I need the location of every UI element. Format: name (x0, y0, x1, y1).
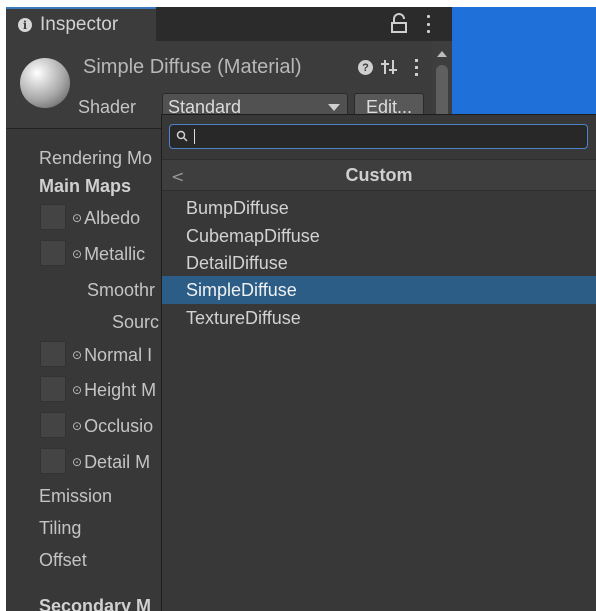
scene-view-background (452, 7, 596, 115)
sliders-icon[interactable] (380, 58, 398, 76)
text-caret (194, 129, 195, 144)
scroll-up-icon[interactable] (437, 51, 447, 57)
secondary-maps-heading: Secondary M (39, 596, 152, 611)
target-icon[interactable]: ⊙ (72, 455, 82, 469)
height-map-row[interactable]: ⊙ Height M (72, 380, 156, 401)
tab-inspector[interactable]: i Inspector (6, 7, 156, 41)
offset-label: Offset (39, 550, 87, 570)
source-label: Sourc (112, 312, 160, 332)
context-menu-icon[interactable] (413, 59, 419, 76)
info-icon: i (18, 18, 32, 32)
detail-mask-row[interactable]: ⊙ Detail M (72, 452, 150, 473)
target-icon[interactable]: ⊙ (72, 419, 82, 433)
material-title: Simple Diffuse (Material) (83, 56, 302, 78)
caret-down-icon (328, 104, 340, 111)
emission-label: Emission (39, 486, 113, 506)
material-sphere-icon (20, 58, 70, 108)
target-icon[interactable]: ⊙ (72, 383, 82, 397)
height-map-texture-slot[interactable] (40, 376, 66, 402)
albedo-row[interactable]: ⊙ Albedo (72, 208, 140, 229)
search-icon (176, 130, 188, 142)
occlusion-row[interactable]: ⊙ Occlusio (72, 416, 153, 437)
tab-label: Inspector (40, 14, 119, 35)
shader-option-detaildiffuse[interactable]: DetailDiffuse (162, 249, 596, 277)
shader-option-texturediffuse[interactable]: TextureDiffuse (162, 304, 596, 332)
normal-map-row[interactable]: ⊙ Normal I (72, 345, 152, 366)
target-icon[interactable]: ⊙ (72, 348, 82, 362)
metallic-row[interactable]: ⊙ Metallic (72, 244, 145, 265)
shader-option-cubemapdiffuse[interactable]: CubemapDiffuse (162, 222, 596, 250)
normal-map-label: Normal I (84, 345, 153, 365)
target-icon[interactable]: ⊙ (72, 211, 82, 225)
albedo-texture-slot[interactable] (40, 204, 66, 230)
detail-mask-label: Detail M (84, 452, 151, 472)
rendering-mode-label: Rendering Mo (39, 148, 153, 168)
shader-picker-popup: < Custom BumpDiffuse CubemapDiffuse Deta… (161, 114, 596, 611)
metallic-label: Metallic (84, 244, 146, 264)
shader-option-simplediffuse[interactable]: SimpleDiffuse (162, 276, 596, 304)
tiling-label: Tiling (39, 518, 82, 538)
occlusion-texture-slot[interactable] (40, 412, 66, 438)
search-input[interactable] (192, 127, 572, 146)
metallic-texture-slot[interactable] (40, 240, 66, 266)
lock-icon[interactable] (389, 12, 409, 36)
detail-mask-texture-slot[interactable] (40, 448, 66, 474)
albedo-label: Albedo (84, 208, 141, 228)
smoothness-label: Smoothr (87, 280, 156, 300)
target-icon[interactable]: ⊙ (72, 247, 82, 261)
height-map-label: Height M (84, 380, 157, 400)
search-field[interactable] (169, 124, 588, 149)
popup-title: Custom (345, 165, 413, 185)
help-icon[interactable]: ? (358, 60, 373, 75)
window-menu-icon[interactable] (424, 15, 432, 33)
main-maps-heading: Main Maps (39, 176, 132, 196)
normal-map-texture-slot[interactable] (40, 341, 66, 367)
popup-header: < Custom (162, 159, 596, 191)
shader-option-bumpdiffuse[interactable]: BumpDiffuse (162, 194, 596, 222)
occlusion-label: Occlusio (84, 416, 154, 436)
tab-bar: i Inspector (6, 7, 452, 41)
shader-label: Shader (78, 97, 137, 117)
